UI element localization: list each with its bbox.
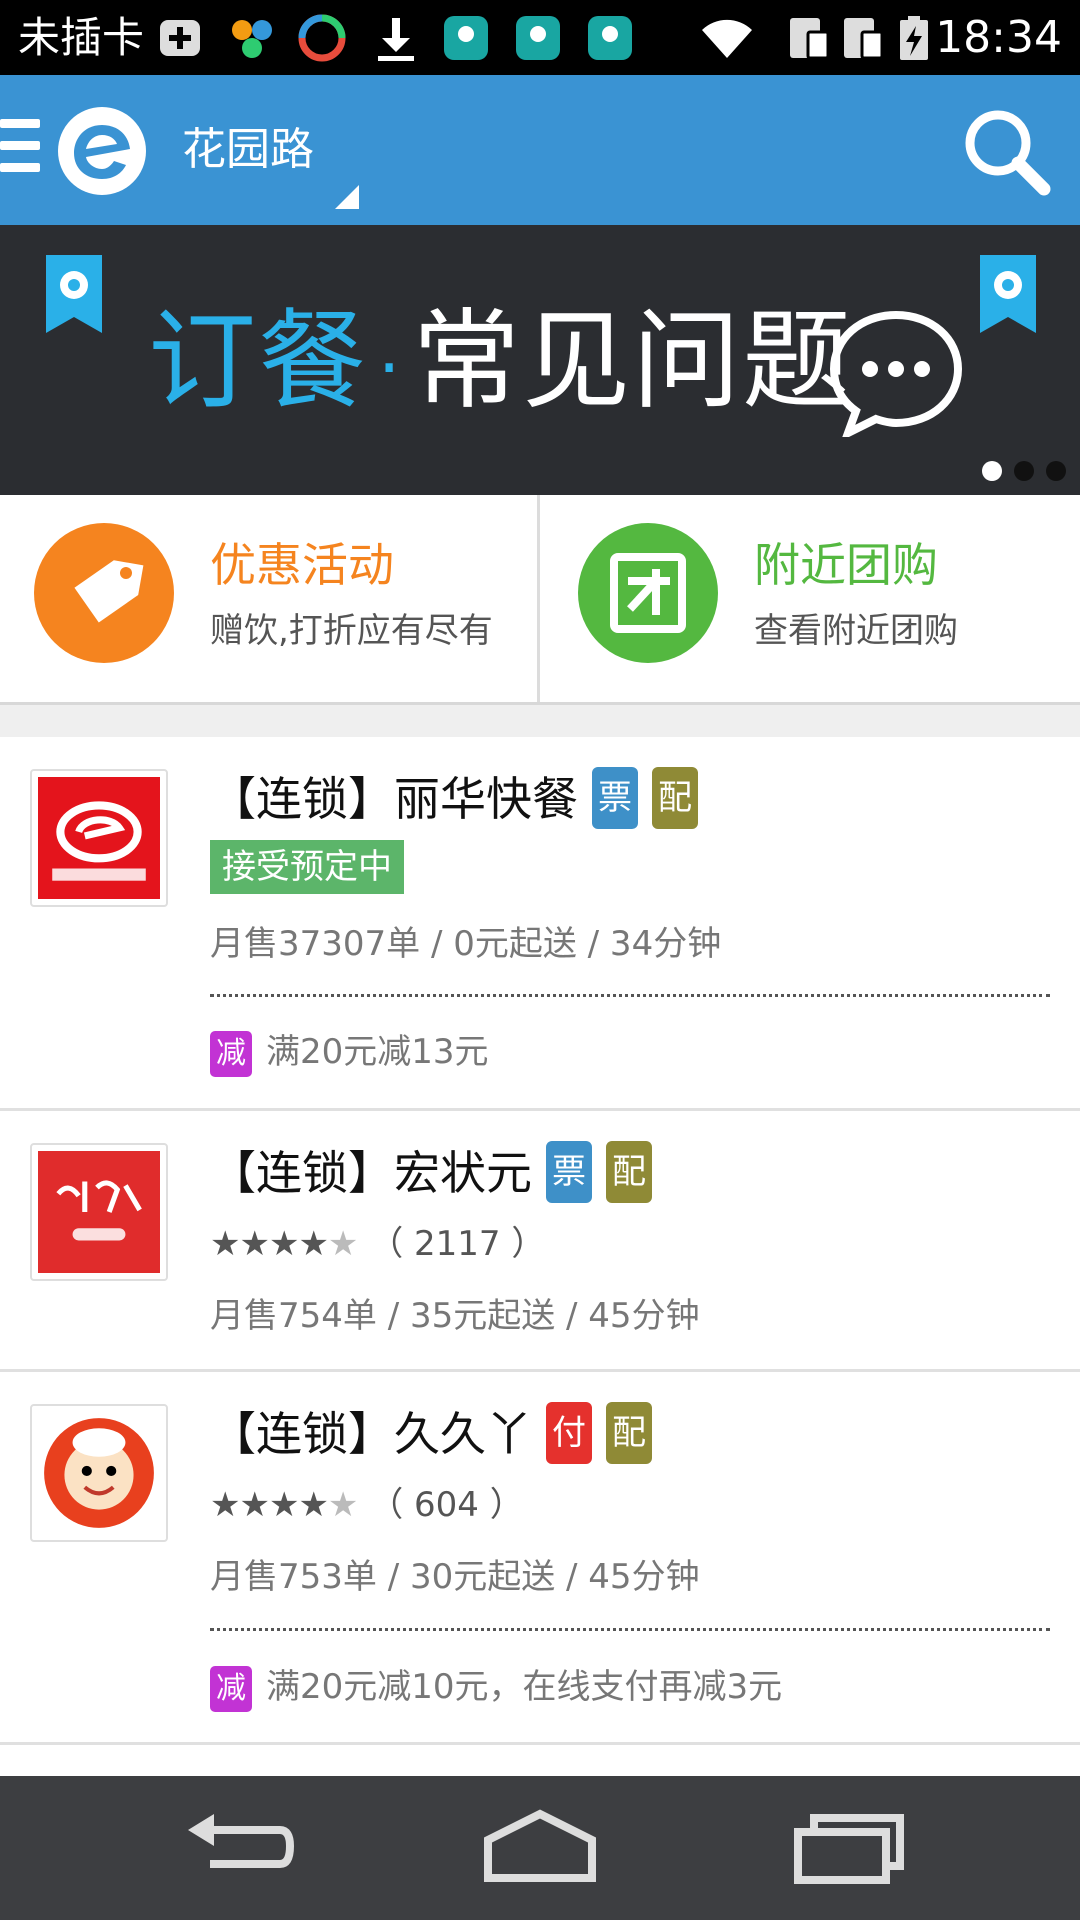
restaurant-logo xyxy=(30,1404,168,1542)
restaurant-name: 【连锁】宏状元票配 xyxy=(210,1141,652,1205)
banner-pager xyxy=(970,461,1066,485)
delivery-tag: 配 xyxy=(652,767,698,829)
rating: ★★★★★ （ 2117 ） xyxy=(210,1219,545,1269)
app-icon xyxy=(298,14,346,62)
chat-bubble-icon xyxy=(829,310,963,437)
sim-icon xyxy=(844,18,884,60)
restaurant-logo xyxy=(30,1143,168,1281)
back-icon[interactable] xyxy=(180,1806,300,1890)
promo-row: 优惠活动 赠饮,打折应有尽有 附近团购 查看附近团购 xyxy=(0,495,1080,705)
promo-discounts[interactable]: 优惠活动 赠饮,打折应有尽有 xyxy=(0,495,540,702)
restaurant-stats: 月售753单 / 30元起送 / 45分钟 xyxy=(210,1557,700,1597)
group-buy-icon xyxy=(578,523,718,663)
online-pay-tag: 付 xyxy=(546,1402,592,1464)
status-badge: 接受预定中 xyxy=(210,840,404,894)
promo-text: 满20元减13元 xyxy=(266,1032,489,1072)
restaurant-item[interactable]: 【连锁】久久丫付配 ★★★★★ （ 604 ） 月售753单 / 30元起送 /… xyxy=(0,1372,1080,1745)
eleme-logo xyxy=(58,107,146,195)
half-star-icon: ★ xyxy=(327,1485,359,1525)
restaurant-item[interactable]: 【连锁】丽华快餐票配 接受预定中 月售37307单 / 0元起送 / 34分钟 … xyxy=(0,737,1080,1111)
delivery-tag: 配 xyxy=(606,1141,652,1203)
pager-dot-active xyxy=(982,461,1002,481)
restaurant-name-text: 【连锁】宏状元 xyxy=(210,1146,532,1200)
restaurant-promo: 减满20元减13元 xyxy=(210,1027,489,1077)
invoice-tag: 票 xyxy=(546,1141,592,1203)
clock: 18:34 xyxy=(935,12,1062,63)
eleme-ribbon-icon xyxy=(980,255,1036,333)
system-nav-bar xyxy=(0,1776,1080,1920)
carrier-text: 未插卡 xyxy=(18,13,145,62)
huawei-icon xyxy=(444,16,488,60)
search-icon[interactable] xyxy=(958,103,1054,199)
restaurant-list: 【连锁】丽华快餐票配 接受预定中 月售37307单 / 0元起送 / 34分钟 … xyxy=(0,737,1080,1775)
pager-dot xyxy=(1046,461,1066,481)
menu-icon[interactable] xyxy=(0,119,40,179)
wifi-icon xyxy=(702,19,752,58)
promo-subtitle: 查看附近团购 xyxy=(754,611,958,651)
lihua-logo xyxy=(38,777,160,899)
status-bar: 未插卡 18:34 xyxy=(0,0,1080,75)
half-star-icon: ★ xyxy=(327,1224,359,1264)
restaurant-name-text: 【连锁】丽华快餐 xyxy=(210,772,578,826)
pager-dot xyxy=(1014,461,1034,481)
review-count: （ 2117 ） xyxy=(369,1224,546,1264)
promo-title: 附近团购 xyxy=(754,538,938,592)
eleme-ribbon-icon xyxy=(46,255,102,333)
restaurant-item[interactable]: 【连锁】宏状元票配 ★★★★★ （ 2117 ） 月售754单 / 35元起送 … xyxy=(0,1111,1080,1372)
tag-icon xyxy=(34,523,174,663)
invoice-tag: 票 xyxy=(592,767,638,829)
home-icon[interactable] xyxy=(480,1806,600,1890)
promo-title: 优惠活动 xyxy=(210,538,394,592)
battery-icon xyxy=(900,16,928,60)
rating-stars: ★★★★ xyxy=(210,1485,329,1525)
download-icon xyxy=(378,18,414,61)
app-bar: 花园路 xyxy=(0,75,1080,225)
rating: ★★★★★ （ 604 ） xyxy=(210,1480,524,1530)
restaurant-stats: 月售754单 / 35元起送 / 45分钟 xyxy=(210,1296,700,1336)
jiujiuya-logo xyxy=(38,1412,160,1534)
hongzhuangyuan-logo xyxy=(38,1151,160,1273)
banner-text-faq: 常见问题 xyxy=(412,299,853,424)
dotted-divider xyxy=(210,1628,1050,1631)
sim-icon xyxy=(790,18,830,60)
huawei-icon xyxy=(588,16,632,60)
faq-banner[interactable]: 订餐 ·常见问题 xyxy=(0,225,1080,495)
delivery-tag: 配 xyxy=(606,1402,652,1464)
location-selector[interactable]: 花园路 xyxy=(182,115,314,185)
add-icon xyxy=(160,20,200,56)
restaurant-promo: 减满20元减10元，在线支付再减3元 xyxy=(210,1662,782,1712)
promo-group-buy[interactable]: 附近团购 查看附近团购 xyxy=(540,495,1080,702)
restaurant-logo xyxy=(30,769,168,907)
huawei-icon xyxy=(516,16,560,60)
restaurant-name: 【连锁】丽华快餐票配 xyxy=(210,767,698,831)
banner-dot: · xyxy=(378,327,403,410)
restaurant-name: 【连锁】久久丫付配 xyxy=(210,1402,652,1466)
promo-subtitle: 赠饮,打折应有尽有 xyxy=(210,611,493,651)
banner-headline: 订餐 ·常见问题 xyxy=(148,297,852,433)
recents-icon[interactable] xyxy=(790,1806,910,1890)
restaurant-stats: 月售37307单 / 0元起送 / 34分钟 xyxy=(210,924,722,964)
discount-badge: 减 xyxy=(210,1665,252,1712)
promo-text: 满20元减10元，在线支付再减3元 xyxy=(266,1667,783,1707)
discount-badge: 减 xyxy=(210,1030,252,1077)
app-icon xyxy=(232,20,272,58)
restaurant-name-text: 【连锁】久久丫 xyxy=(210,1407,532,1461)
dropdown-triangle-icon xyxy=(335,185,359,209)
section-divider xyxy=(0,705,1080,737)
dotted-divider xyxy=(210,994,1050,997)
rating-stars: ★★★★ xyxy=(210,1224,329,1264)
banner-text-order: 订餐 xyxy=(148,299,369,424)
review-count: （ 604 ） xyxy=(369,1485,524,1525)
list-item[interactable] xyxy=(0,1745,1080,1775)
